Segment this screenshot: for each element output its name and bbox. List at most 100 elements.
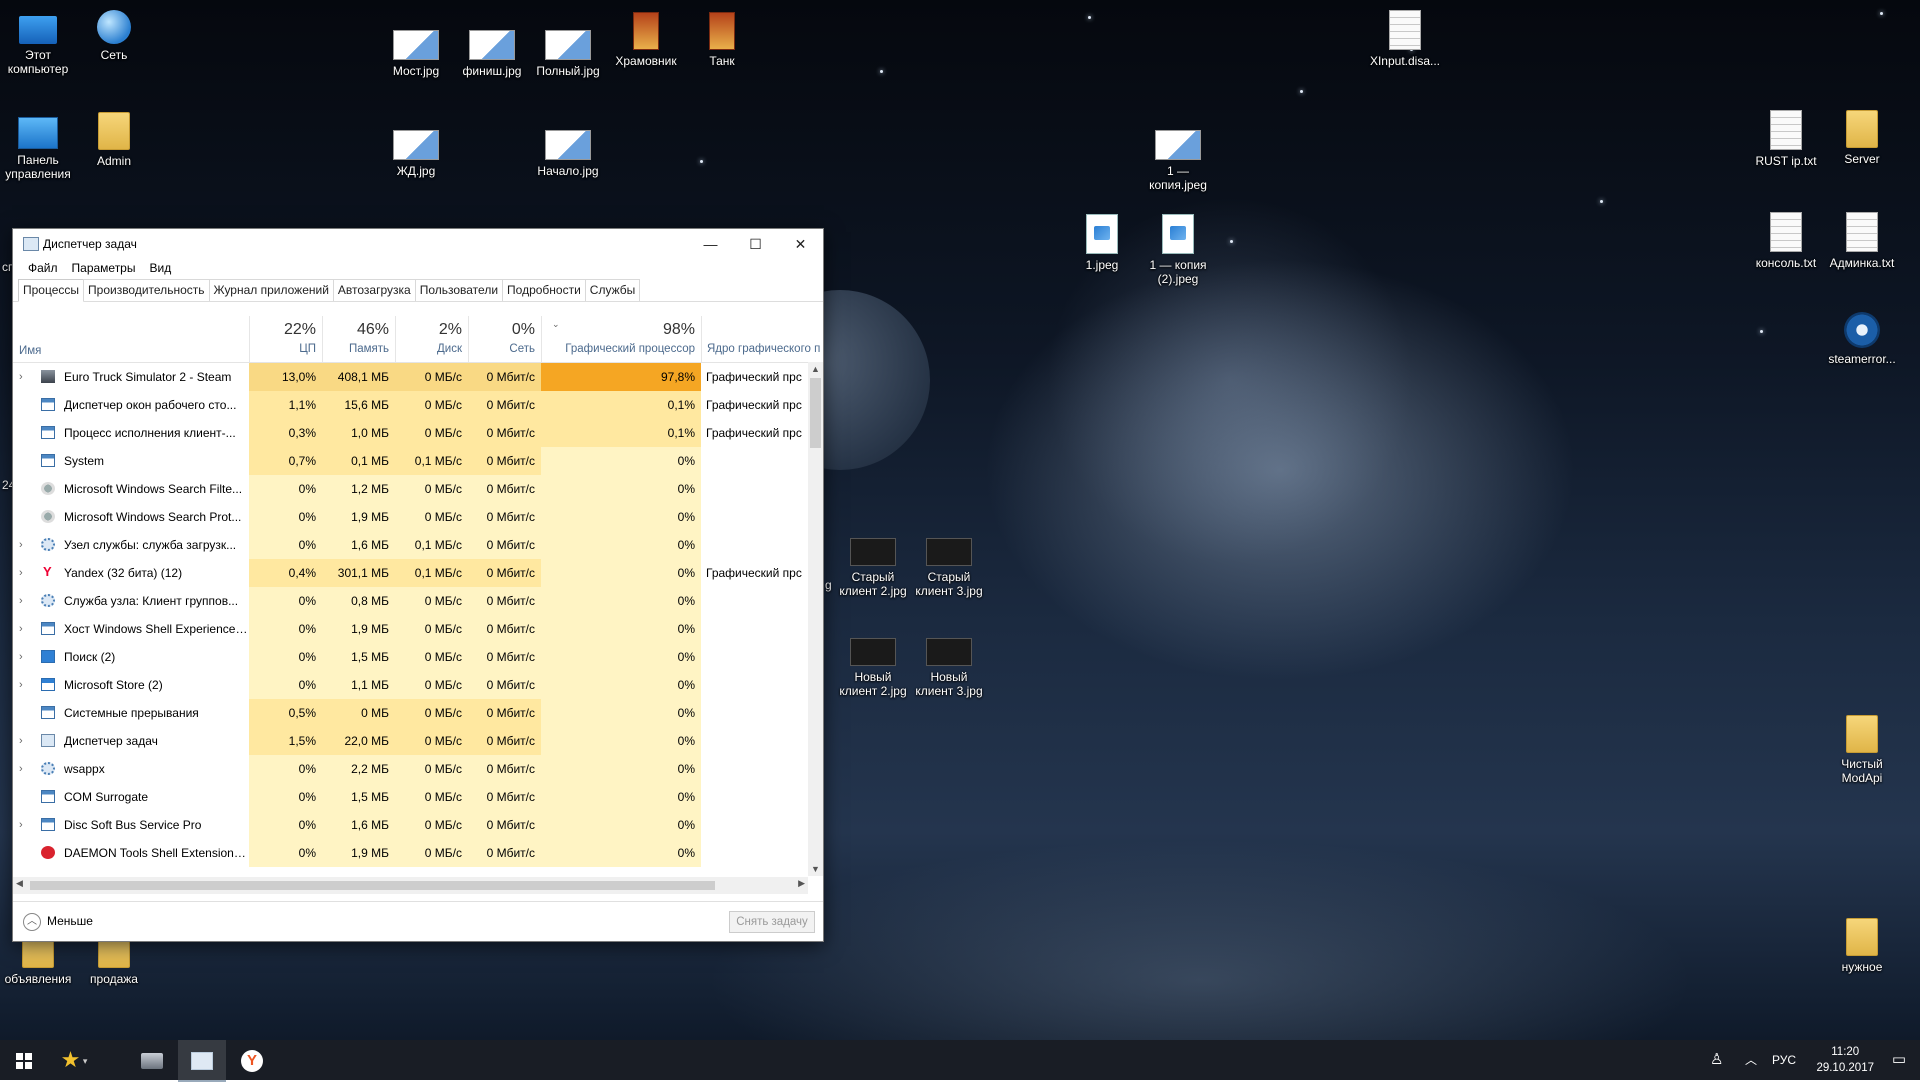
desktop-icon[interactable]: XInput.disa... bbox=[1367, 10, 1443, 68]
column-disk-header[interactable]: 2% Диск bbox=[395, 316, 468, 362]
yandex-browser-icon[interactable]: Y bbox=[228, 1040, 276, 1080]
end-task-button[interactable]: Снять задачу bbox=[729, 911, 815, 933]
expand-chevron-icon[interactable]: › bbox=[19, 755, 33, 783]
tab-users[interactable]: Пользователи bbox=[414, 279, 504, 301]
menu-options[interactable]: Параметры bbox=[65, 259, 143, 279]
game-shortcut-icon bbox=[709, 12, 735, 50]
tab-processes[interactable]: Процессы bbox=[18, 279, 85, 302]
expand-chevron-icon[interactable]: › bbox=[19, 811, 33, 839]
scroll-right-icon[interactable]: ▶ bbox=[798, 878, 805, 889]
table-row[interactable]: System 0,7% 0,1 МБ 0,1 МБ/с 0 Мбит/с 0% bbox=[13, 447, 823, 475]
desktop-icon[interactable]: 1 — копия.jpeg bbox=[1140, 122, 1216, 192]
language-indicator[interactable]: РУС bbox=[1772, 1040, 1796, 1080]
minimize-button[interactable]: — bbox=[688, 229, 733, 259]
vertical-scroll-thumb[interactable] bbox=[810, 378, 821, 448]
desktop-icon[interactable]: нужное bbox=[1824, 918, 1900, 974]
scroll-left-icon[interactable]: ◀ bbox=[16, 878, 23, 889]
desktop-icon[interactable]: 1.jpeg bbox=[1064, 214, 1140, 272]
expand-chevron-icon[interactable]: › bbox=[19, 531, 33, 559]
table-row[interactable]: COM Surrogate 0% 1,5 МБ 0 МБ/с 0 Мбит/с 0% bbox=[13, 783, 823, 811]
expand-chevron-icon[interactable]: › bbox=[19, 559, 33, 587]
expand-chevron-icon[interactable]: › bbox=[19, 363, 33, 391]
tab-details[interactable]: Подробности bbox=[502, 279, 586, 301]
desktop-icon[interactable]: Храмовник bbox=[608, 12, 684, 68]
truck-game-icon[interactable] bbox=[128, 1040, 176, 1080]
system-clock[interactable]: 11:20 29.10.2017 bbox=[1816, 1044, 1874, 1076]
table-row[interactable]: › Y Yandex (32 бита) (12) 0,4% 301,1 МБ 0,1 М… bbox=[13, 559, 823, 587]
desktop-icon[interactable]: Полный.jpg bbox=[530, 22, 606, 78]
desktop-icon[interactable]: Мост.jpg bbox=[378, 22, 454, 78]
expand-chevron-icon[interactable]: › bbox=[19, 643, 33, 671]
desktop-icon[interactable]: консоль.txt bbox=[1748, 212, 1824, 270]
desktop-icon[interactable]: Старый клиент 3.jpg bbox=[911, 528, 987, 598]
menu-view[interactable]: Вид bbox=[142, 259, 178, 279]
desktop-icon[interactable]: Панель управления bbox=[0, 112, 76, 181]
table-row[interactable]: › Узел службы: служба загрузк... 0% 1,6 МБ 0… bbox=[13, 531, 823, 559]
desktop-icon[interactable]: RUST ip.txt bbox=[1748, 110, 1824, 168]
horizontal-scrollbar[interactable]: ◀ ▶ bbox=[13, 877, 808, 894]
expand-chevron-icon[interactable]: › bbox=[19, 615, 33, 643]
table-row[interactable]: › Поиск (2) 0% 1,5 МБ 0 МБ/с 0 Мбит/с 0% bbox=[13, 643, 823, 671]
desktop-icon[interactable]: Admin bbox=[76, 112, 152, 168]
column-cpu-header[interactable]: 22% ЦП bbox=[249, 316, 322, 362]
expand-chevron-icon[interactable]: › bbox=[19, 671, 33, 699]
windows-start-icon[interactable] bbox=[0, 1040, 48, 1080]
table-row[interactable]: Microsoft Windows Search Prot... 0% 1,9 МБ… bbox=[13, 503, 823, 531]
desktop-icon[interactable]: Новый клиент 3.jpg bbox=[911, 628, 987, 698]
gpu-engine-label: Ядро графического п bbox=[707, 343, 821, 355]
desktop-icon[interactable]: Админка.txt bbox=[1824, 212, 1900, 270]
table-row[interactable]: Microsoft Windows Search Filte... 0% 1,2 М… bbox=[13, 475, 823, 503]
table-row[interactable]: Системные прерывания 0,5% 0 МБ 0 МБ/с 0 Мбит… bbox=[13, 699, 823, 727]
table-row[interactable]: › Microsoft Store (2) 0% 1,1 МБ 0 МБ/с 0 Мбит… bbox=[13, 671, 823, 699]
desktop-icon[interactable]: Чистый ModApi bbox=[1824, 715, 1900, 785]
scroll-up-icon[interactable]: ▲ bbox=[808, 362, 823, 376]
column-memory-header[interactable]: 46% Память bbox=[322, 316, 395, 362]
desktop-icon[interactable]: steamerror... bbox=[1824, 312, 1900, 366]
tab-services[interactable]: Службы bbox=[584, 279, 641, 301]
table-row[interactable]: › Диспетчер задач 1,5% 22,0 МБ 0 МБ/с 0 Мбит/… bbox=[13, 727, 823, 755]
menu-file[interactable]: Файл bbox=[21, 259, 65, 279]
people-icon[interactable]: ♙ bbox=[1710, 1040, 1723, 1080]
horizontal-scroll-thumb[interactable] bbox=[30, 881, 715, 890]
close-button[interactable]: ✕ bbox=[778, 229, 823, 259]
expand-chevron-icon[interactable]: › bbox=[19, 587, 33, 615]
taskmgr-app-icon[interactable] bbox=[178, 1040, 226, 1082]
desktop-icon[interactable]: Этот компьютер bbox=[0, 10, 76, 76]
desktop-icon[interactable]: Сеть bbox=[76, 10, 152, 62]
desktop-icon[interactable]: Server bbox=[1824, 110, 1900, 166]
tab-app-history[interactable]: Журнал приложений bbox=[208, 279, 334, 301]
desktop-icon[interactable]: Танк bbox=[684, 12, 760, 68]
notifications-icon[interactable]: ▭ bbox=[1892, 1040, 1906, 1080]
disk-cell: 0,1 МБ/с bbox=[395, 447, 468, 475]
desktop-icon[interactable]: Старый клиент 2.jpg bbox=[835, 528, 911, 598]
maximize-button[interactable]: ☐ bbox=[733, 229, 778, 259]
desktop-icon[interactable]: Новый клиент 2.jpg bbox=[835, 628, 911, 698]
table-row[interactable]: Процесс исполнения клиент-... 0,3% 1,0 МБ 0… bbox=[13, 419, 823, 447]
scroll-down-icon[interactable]: ▼ bbox=[808, 862, 823, 876]
folder-icon bbox=[1846, 918, 1878, 956]
desktop-icon[interactable]: ЖД.jpg bbox=[378, 122, 454, 178]
table-row[interactable]: DAEMON Tools Shell Extensions... 0% 1,9 МБ… bbox=[13, 839, 823, 867]
table-row[interactable]: › Служба узла: Клиент группов... 0% 0,8 МБ 0… bbox=[13, 587, 823, 615]
desktop-icon[interactable]: Начало.jpg bbox=[530, 122, 606, 178]
favorites-star-icon[interactable]: ★ ▾ bbox=[50, 1040, 98, 1080]
tray-expand-chevron-icon[interactable]: ︿ bbox=[1745, 1040, 1757, 1080]
vertical-scrollbar[interactable]: ▲ ▼ bbox=[808, 362, 823, 876]
table-row[interactable]: › Хост Windows Shell Experience ... 0% 1,9 … bbox=[13, 615, 823, 643]
table-row[interactable]: › wsappx 0% 2,2 МБ 0 МБ/с 0 Мбит/с 0% bbox=[13, 755, 823, 783]
expand-chevron-icon[interactable]: › bbox=[19, 727, 33, 755]
table-row[interactable]: Диспетчер окон рабочего сто... 1,1% 15,6 М… bbox=[13, 391, 823, 419]
gpu-engine-cell: Графический прс bbox=[706, 370, 802, 384]
column-network-header[interactable]: 0% Сеть bbox=[468, 316, 541, 362]
desktop-icon[interactable]: финиш.jpg bbox=[454, 22, 530, 78]
tab-startup[interactable]: Автозагрузка bbox=[332, 279, 416, 301]
column-name-header[interactable]: Имя bbox=[19, 345, 41, 357]
desktop-icon[interactable]: 1 — копия (2).jpeg bbox=[1140, 214, 1216, 286]
column-gpu-header[interactable]: ⌄ 98% Графический процессор bbox=[541, 316, 701, 362]
table-row[interactable]: › Disc Soft Bus Service Pro 0% 1,6 МБ 0 МБ/с… bbox=[13, 811, 823, 839]
title-bar[interactable]: Диспетчер задач — ☐ ✕ bbox=[13, 229, 823, 259]
table-row[interactable]: › Euro Truck Simulator 2 - Steam 13,0% 408,… bbox=[13, 363, 823, 391]
column-gpu-engine-header[interactable]: Ядро графического п bbox=[701, 316, 823, 362]
tab-performance[interactable]: Производительность bbox=[83, 279, 210, 301]
fewer-details-button[interactable]: ︿ Меньше bbox=[23, 913, 93, 931]
